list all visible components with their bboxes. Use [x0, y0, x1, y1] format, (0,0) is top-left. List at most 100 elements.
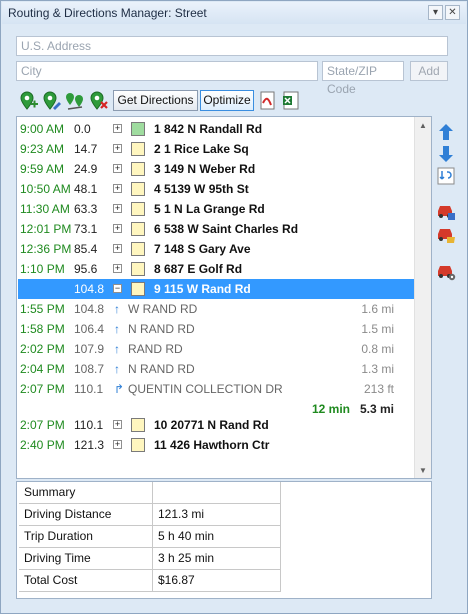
state-zip-input[interactable]: State/ZIP Code — [322, 61, 404, 96]
excel-export-icon[interactable] — [280, 90, 302, 112]
direction-row[interactable]: 2:02 PM 107.9 ↑ RAND RD 0.8 mi — [18, 339, 414, 359]
remove-stop-icon[interactable] — [87, 90, 109, 112]
move-down-icon[interactable] — [435, 143, 457, 165]
expand-icon[interactable]: + — [113, 204, 122, 213]
routing-window: Routing & Directions Manager: Street ▾ ✕… — [0, 0, 468, 614]
summary-value: 3 h 25 min — [158, 551, 215, 565]
route-settings-icon[interactable] — [435, 261, 457, 283]
stop-color-swatch[interactable] — [131, 418, 145, 432]
optimize-button[interactable]: Optimize — [200, 90, 254, 111]
expand-icon[interactable]: + — [113, 264, 122, 273]
direction-distance: 0.8 mi — [361, 342, 394, 356]
open-route-icon[interactable] — [435, 224, 457, 246]
stop-time: 1:10 PM — [20, 262, 65, 276]
direction-row[interactable]: 1:55 PM 104.8 ↑ W RAND RD 1.6 mi — [18, 299, 414, 319]
stop-row[interactable]: 9:59 AM 24.9 + 3 149 N Weber Rd — [18, 159, 414, 179]
collapse-icon[interactable]: − — [113, 284, 122, 293]
stop-color-swatch[interactable] — [131, 202, 145, 216]
expand-icon[interactable]: + — [113, 124, 122, 133]
add-stop-icon[interactable] — [17, 90, 39, 112]
stop-color-swatch[interactable] — [131, 262, 145, 276]
stop-time: 2:40 PM — [20, 438, 65, 452]
expand-icon[interactable]: + — [113, 244, 122, 253]
stop-name: 4 5139 W 95th St — [154, 182, 249, 196]
city-input[interactable]: City — [16, 61, 318, 81]
direction-distance: 1.5 mi — [361, 322, 394, 336]
direction-miles: 110.1 — [74, 382, 104, 396]
selected-stop-row[interactable]: 104.8 − 9 115 W Rand Rd — [18, 279, 414, 299]
expand-icon[interactable]: + — [113, 224, 122, 233]
route-list[interactable]: ▲ ▼ 9:00 AM 0.0 + 1 842 N Randall Rd 9:2… — [16, 116, 432, 479]
stop-row[interactable]: 2:07 PM 110.1 + 10 20771 N Rand Rd — [18, 415, 414, 435]
direction-miles: 107.9 — [74, 342, 105, 356]
stop-name: 6 538 W Saint Charles Rd — [154, 222, 299, 236]
stop-row[interactable]: 9:00 AM 0.0 + 1 842 N Randall Rd — [18, 119, 414, 139]
direction-time: 1:58 PM — [20, 322, 65, 336]
stop-name: 10 20771 N Rand Rd — [154, 418, 269, 432]
expand-icon[interactable]: + — [113, 144, 122, 153]
close-icon[interactable]: ✕ — [445, 5, 460, 20]
expand-icon[interactable]: + — [113, 440, 122, 449]
direction-time: 2:04 PM — [20, 362, 65, 376]
stop-row[interactable]: 10:50 AM 48.1 + 4 5139 W 95th St — [18, 179, 414, 199]
stop-color-swatch[interactable] — [131, 282, 145, 296]
stop-color-swatch[interactable] — [131, 182, 145, 196]
vertical-scrollbar[interactable]: ▲ ▼ — [414, 117, 431, 478]
direction-row[interactable]: 1:58 PM 106.4 ↑ N RAND RD 1.5 mi — [18, 319, 414, 339]
summary-value: 5 h 40 min — [158, 529, 215, 543]
stop-color-swatch[interactable] — [131, 438, 145, 452]
add-button[interactable]: Add — [410, 61, 448, 81]
direction-miles: 106.4 — [74, 322, 105, 336]
direction-row[interactable]: 2:07 PM 110.1 ↱ QUENTIN COLLECTION DR 21… — [18, 379, 414, 399]
direction-miles: 108.7 — [74, 362, 105, 376]
stop-name: 11 426 Hawthorn Ctr — [154, 438, 270, 452]
stop-color-swatch[interactable] — [131, 242, 145, 256]
edit-stop-icon[interactable] — [40, 90, 62, 112]
pin-icon[interactable]: ▾ — [428, 5, 443, 20]
stop-row[interactable]: 12:36 PM 85.4 + 7 148 S Gary Ave — [18, 239, 414, 259]
summary-label: Driving Time — [19, 548, 153, 570]
scroll-up-arrow-icon[interactable]: ▲ — [419, 121, 427, 130]
summary-label: Trip Duration — [19, 526, 153, 548]
expand-icon[interactable]: + — [113, 184, 122, 193]
expand-icon[interactable]: + — [113, 164, 122, 173]
expand-icon[interactable]: + — [113, 420, 122, 429]
stop-color-swatch[interactable] — [131, 162, 145, 176]
stop-row[interactable]: 9:23 AM 14.7 + 2 1 Rice Lake Sq — [18, 139, 414, 159]
stop-name: 9 115 W Rand Rd — [154, 282, 251, 296]
summary-row: Driving Distance 121.3 mi — [19, 504, 281, 526]
direction-text: QUENTIN COLLECTION DR — [128, 382, 283, 396]
summary-value: 121.3 mi — [158, 507, 205, 521]
direction-text: RAND RD — [128, 342, 183, 356]
stop-miles: 24.9 — [74, 162, 98, 176]
pdf-export-icon[interactable] — [257, 90, 279, 112]
direction-row[interactable]: 2:04 PM 108.7 ↑ N RAND RD 1.3 mi — [18, 359, 414, 379]
scroll-down-arrow-icon[interactable]: ▼ — [419, 466, 427, 475]
route-stops-icon[interactable] — [64, 90, 86, 112]
save-route-icon[interactable] — [435, 201, 457, 223]
stop-row[interactable]: 12:01 PM 73.1 + 6 538 W Saint Charles Rd — [18, 219, 414, 239]
stop-row[interactable]: 1:10 PM 95.6 + 8 687 E Golf Rd — [18, 259, 414, 279]
summary-row: Total Cost $16.87 — [19, 570, 281, 592]
stop-row[interactable]: 11:30 AM 63.3 + 5 1 N La Grange Rd — [18, 199, 414, 219]
stop-row[interactable]: 2:40 PM 121.3 + 11 426 Hawthorn Ctr — [18, 435, 414, 455]
summary-label: Total Cost — [19, 570, 153, 592]
reverse-route-icon[interactable] — [435, 165, 457, 187]
stop-name: 2 1 Rice Lake Sq — [154, 142, 249, 156]
summary-header-row: Summary — [19, 482, 281, 504]
summary-row: Driving Time 3 h 25 min — [19, 548, 281, 570]
move-up-icon[interactable] — [435, 121, 457, 143]
stop-time: 12:01 PM — [20, 222, 72, 236]
stop-miles: 14.7 — [74, 142, 98, 156]
get-directions-button[interactable]: Get Directions — [113, 90, 198, 111]
address-input[interactable]: U.S. Address — [16, 36, 448, 56]
direction-time: 2:02 PM — [20, 342, 65, 356]
stop-color-swatch[interactable] — [131, 142, 145, 156]
stop-name: 7 148 S Gary Ave — [154, 242, 251, 256]
stop-color-swatch[interactable] — [131, 222, 145, 236]
direction-distance: 1.3 mi — [361, 362, 394, 376]
window-title: Routing & Directions Manager: Street — [8, 6, 207, 20]
stop-color-swatch[interactable] — [131, 122, 145, 136]
straight-arrow-icon: ↑ — [114, 342, 120, 356]
stop-miles: 63.3 — [74, 202, 98, 216]
